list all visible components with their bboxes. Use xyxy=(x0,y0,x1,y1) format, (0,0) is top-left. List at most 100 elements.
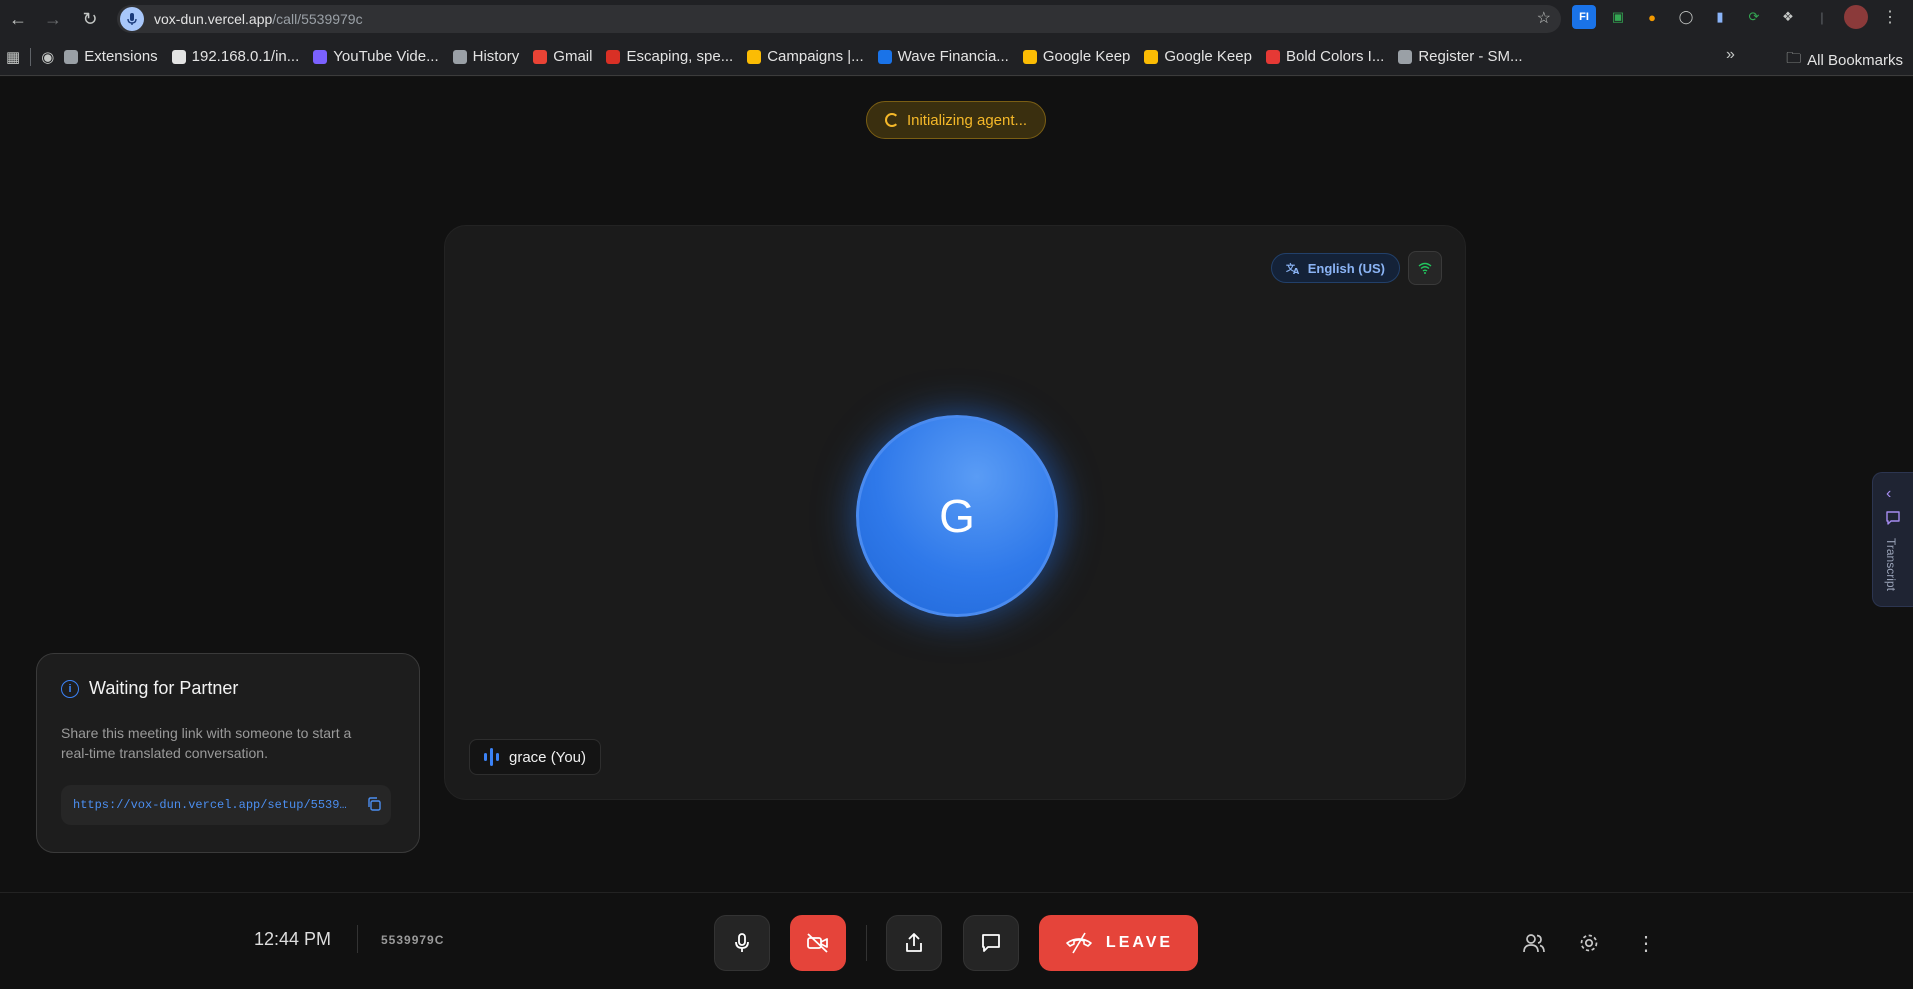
extension-cookie-icon[interactable]: ● xyxy=(1640,5,1664,29)
controls-divider xyxy=(866,925,867,961)
forward-icon[interactable]: → xyxy=(37,3,69,35)
bookmark-item[interactable]: YouTube Vide... xyxy=(313,48,439,65)
bookmark-item[interactable]: Campaigns |... xyxy=(747,48,864,65)
apps-grid-icon[interactable]: ▦ xyxy=(6,48,20,66)
bookmark-item[interactable]: Register - SM... xyxy=(1398,48,1523,65)
bookmark-label: Gmail xyxy=(553,48,593,65)
bookmarks-separator xyxy=(30,47,32,66)
address-bar[interactable]: vox-dun.vercel.app/call/5539979c ☆ xyxy=(117,5,1561,33)
bookmark-favicon-icon xyxy=(1022,49,1037,64)
language-label: English (US) xyxy=(1307,260,1385,276)
video-stage: 文A English (US) G grace (You) xyxy=(444,225,1466,800)
profile-avatar-icon[interactable] xyxy=(1844,5,1868,29)
bookmark-item[interactable]: Bold Colors I... xyxy=(1265,48,1385,65)
bookmark-item[interactable]: Google Keep xyxy=(1144,48,1252,65)
bookmark-label: Register - SM... xyxy=(1418,48,1523,65)
url-path: /call/5539979c xyxy=(272,11,363,27)
participant-avatar: G xyxy=(856,415,1058,617)
bookmark-favicon-icon xyxy=(1265,49,1280,64)
bookmark-item[interactable]: 192.168.0.1/in... xyxy=(171,48,300,65)
bookmarks-bar: ▦ ◉ Extensions 192.168.0.1/in... YouTube V… xyxy=(0,38,1913,76)
participant-name: grace (You) xyxy=(509,748,586,766)
translate-icon: 文A xyxy=(1286,262,1300,275)
all-bookmarks-folder[interactable]: 🗀 All Bookmarks xyxy=(1786,48,1903,73)
bookmark-favicon-icon xyxy=(171,49,186,64)
bookmark-label: Wave Financia... xyxy=(897,48,1009,65)
agent-status-badge: Initializing agent... xyxy=(866,101,1046,139)
url-host: vox-dun.vercel.app xyxy=(154,11,273,27)
leave-label: LEAVE xyxy=(1105,934,1174,951)
extension-refresh-icon[interactable]: ⟳ xyxy=(1742,5,1766,29)
bookmark-label: Escaping, spe... xyxy=(626,48,734,65)
bookmark-list: Extensions 192.168.0.1/in... YouTube Vide.… xyxy=(64,48,1536,65)
bookmark-item[interactable]: Extensions xyxy=(64,48,158,65)
extension-doc-icon[interactable]: ▮ xyxy=(1708,5,1732,29)
bookmark-favicon-icon xyxy=(64,49,79,64)
share-screen-button[interactable] xyxy=(886,915,942,971)
bookmark-item[interactable]: Escaping, spe... xyxy=(606,48,733,65)
bookmark-favicon-icon xyxy=(606,49,621,64)
bookmark-favicon-icon xyxy=(452,49,467,64)
meeting-link-box[interactable]: https://vox-dun.vercel.app/setup/5539979… xyxy=(61,785,391,825)
extension-puzzle-green-icon[interactable]: ▣ xyxy=(1606,5,1630,29)
more-options-icon[interactable]: ⋮ xyxy=(1632,929,1660,957)
call-controls-bar: 12:44 PM 5539979C LEAVE ⋮ xyxy=(0,892,1913,989)
bookmark-label: 192.168.0.1/in... xyxy=(191,48,300,65)
waiting-for-partner-card: i Waiting for Partner Share this meeting… xyxy=(36,653,420,853)
bookmark-star-icon[interactable]: ☆ xyxy=(1537,8,1551,28)
waiting-title: Waiting for Partner xyxy=(89,678,239,698)
camera-toggle-button[interactable] xyxy=(790,915,846,971)
bookmark-globe-icon[interactable]: ◉ xyxy=(41,48,54,66)
waiting-description: Share this meeting link with someone to … xyxy=(61,725,352,761)
participant-name-tag: grace (You) xyxy=(469,739,601,775)
bookmark-label: History xyxy=(472,48,520,65)
svg-text:A: A xyxy=(1293,267,1300,275)
microphone-button[interactable] xyxy=(714,915,770,971)
bookmark-favicon-icon xyxy=(313,49,328,64)
bookmark-favicon-icon xyxy=(1144,49,1159,64)
settings-gear-icon[interactable] xyxy=(1575,929,1603,957)
bookmarks-overflow-icon[interactable]: » xyxy=(1726,46,1735,64)
bookmark-label: Google Keep xyxy=(1042,48,1131,65)
bookmark-favicon-icon xyxy=(877,49,892,64)
mic-icon[interactable] xyxy=(120,7,144,31)
share-icon xyxy=(906,933,922,952)
url-text: vox-dun.vercel.app/call/5539979c xyxy=(154,11,363,27)
extensions-row: FI ▣ ● ◯ ▮ ⟳ ❖ | ⋮ xyxy=(1572,5,1902,29)
browser-menu-icon[interactable]: ⋮ xyxy=(1878,5,1902,29)
bookmark-item[interactable]: Gmail xyxy=(533,48,592,65)
clock-time: 12:44 PM xyxy=(254,929,332,949)
copy-icon[interactable] xyxy=(367,797,381,816)
all-bookmarks-label: All Bookmarks xyxy=(1807,52,1903,69)
bookmark-item[interactable]: Google Keep xyxy=(1022,48,1131,65)
transcript-label: Transcript xyxy=(1884,538,1898,591)
bookmark-label: Bold Colors I... xyxy=(1285,48,1385,65)
chevron-left-icon: ‹ xyxy=(1886,485,1892,502)
agent-status-text: Initializing agent... xyxy=(906,111,1028,129)
avatar-initial: G xyxy=(939,490,975,542)
waiting-title-row: i Waiting for Partner xyxy=(61,678,395,699)
meeting-code: 5539979C xyxy=(381,933,445,947)
bookmark-label: Google Keep xyxy=(1164,48,1252,65)
bookmark-item[interactable]: Wave Financia... xyxy=(877,48,1009,65)
back-icon[interactable]: ← xyxy=(2,3,34,35)
language-badge[interactable]: 文A English (US) xyxy=(1270,253,1400,283)
audio-level-icon xyxy=(484,748,499,766)
bookmark-favicon-icon xyxy=(533,49,548,64)
extensions-puzzle-icon[interactable]: ❖ xyxy=(1776,5,1800,29)
reload-icon[interactable]: ↻ xyxy=(74,3,106,35)
microphone-icon xyxy=(735,933,749,952)
bookmark-favicon-icon xyxy=(747,49,762,64)
extension-fi-icon[interactable]: FI xyxy=(1572,5,1596,29)
bookmark-label: YouTube Vide... xyxy=(333,48,439,65)
meeting-link[interactable]: https://vox-dun.vercel.app/setup/5539979… xyxy=(73,798,353,812)
bookmark-label: Extensions xyxy=(84,48,158,65)
toolbar-divider: | xyxy=(1820,9,1824,25)
connection-status-button[interactable] xyxy=(1408,251,1442,285)
bookmark-item[interactable]: History xyxy=(452,48,520,65)
chat-button[interactable] xyxy=(963,915,1019,971)
transcript-panel-toggle[interactable]: ‹ Transcript xyxy=(1872,472,1913,607)
extension-shield-icon[interactable]: ◯ xyxy=(1674,5,1698,29)
participants-icon[interactable] xyxy=(1520,929,1548,957)
leave-call-button[interactable]: LEAVE xyxy=(1039,915,1198,971)
